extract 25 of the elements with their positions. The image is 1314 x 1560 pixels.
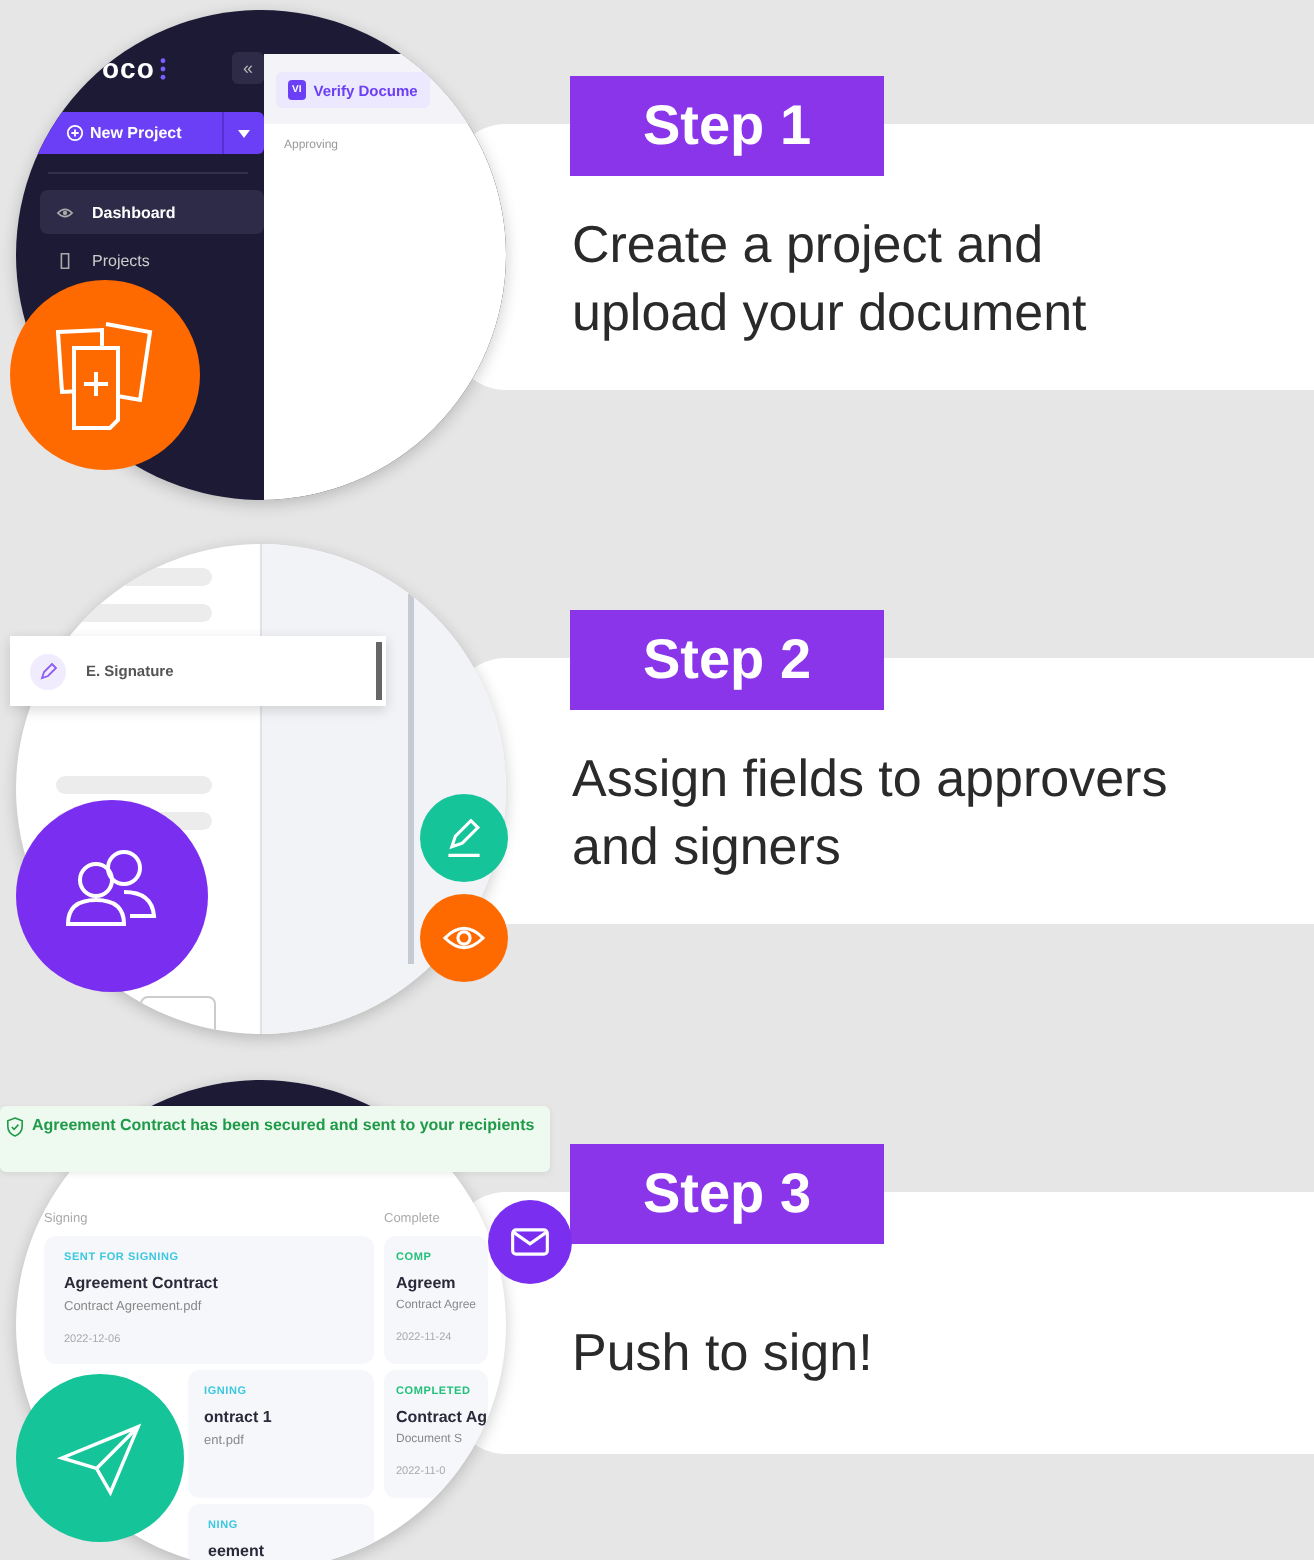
toast-message: Agreement Contract has been secured and sent to your recipients: [32, 1116, 535, 1136]
collapse-button[interactable]: «: [232, 52, 264, 84]
nav-item[interactable]: Projects: [40, 238, 264, 282]
logo-dots-icon: [160, 57, 167, 79]
step-description: Assign fields to approvers and signers: [572, 746, 1168, 879]
document-icon: [56, 251, 74, 269]
step-badge: Step 2: [570, 610, 884, 710]
logo: oco: [102, 52, 155, 84]
dropdown-button[interactable]: [222, 112, 264, 154]
eye-icon: [56, 203, 74, 221]
step-badge: Step 3: [570, 1144, 884, 1244]
step-description: Push to sign!: [572, 1319, 873, 1386]
document-title: Contract Ag: [396, 1408, 488, 1426]
step-badge: Step 1: [570, 76, 884, 176]
pen-icon: [30, 653, 66, 689]
caret-icon: [238, 129, 250, 137]
nav-item[interactable]: Dashboard: [40, 190, 264, 234]
document-title: ontract 1: [204, 1408, 274, 1426]
shield-check-icon: [6, 1116, 24, 1138]
input-outline: [140, 996, 216, 1034]
document-title: Agreement Contract: [64, 1274, 220, 1292]
document-title: eement: [208, 1542, 267, 1560]
plus-circle-icon: [66, 124, 84, 142]
document-title: Agreem: [396, 1274, 458, 1292]
step-description: Create a project and upload your document: [572, 212, 1087, 345]
